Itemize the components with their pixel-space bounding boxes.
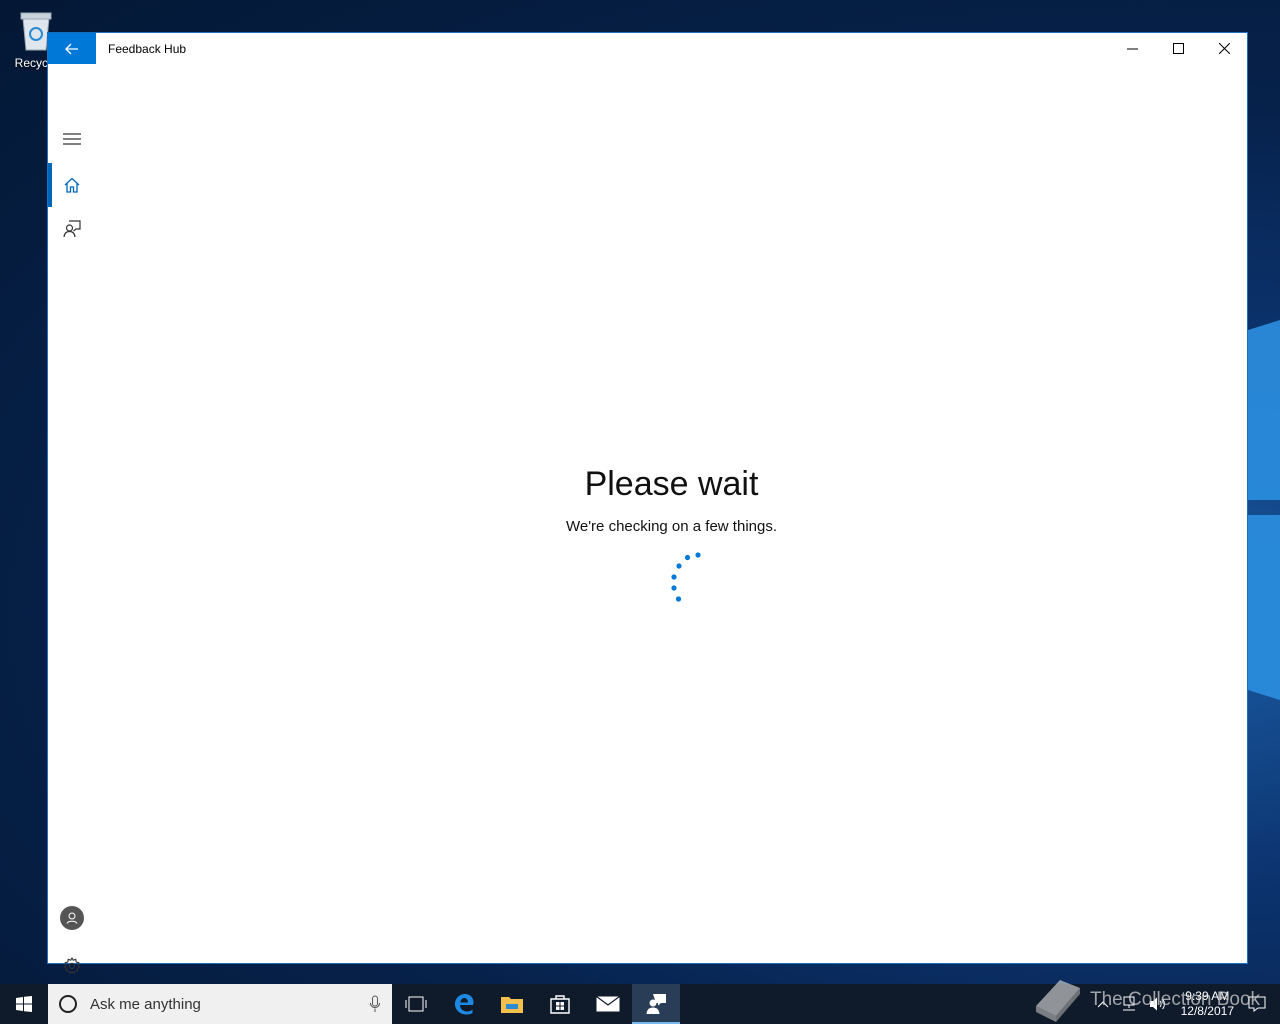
account-icon [60,906,84,930]
feedback-hub-taskbar-button[interactable] [632,984,680,1024]
file-explorer-button[interactable] [488,984,536,1024]
page-title: Please wait [584,465,759,503]
feedback-icon [63,220,81,238]
nav-item-settings[interactable] [48,944,96,988]
navigation-pane [48,64,96,975]
nav-item-feedback[interactable] [48,207,96,251]
task-view-icon [405,996,427,1012]
close-icon [1218,43,1230,54]
edge-icon [455,994,474,1015]
settings-icon [63,957,81,975]
hamburger-menu-button[interactable] [48,117,96,161]
book-icon [1036,980,1080,1022]
spinner-dot [676,563,682,569]
mail-icon [596,996,620,1012]
search-placeholder: Ask me anything [90,995,201,1013]
spinner-dot [695,552,701,558]
home-icon [64,177,80,193]
minimize-button[interactable] [1109,33,1155,64]
main-content: Please wait We're checking on a few thin… [96,64,1247,963]
microphone-icon[interactable] [370,995,380,1013]
spinner-dot [671,574,677,580]
feedback-hub-window: Feedback Hub Please wait We're checking … [47,32,1248,975]
nav-item-account[interactable] [48,896,96,940]
back-button[interactable] [48,33,96,64]
cortana-icon [59,995,77,1013]
mail-button[interactable] [584,984,632,1024]
store-icon [550,995,570,1014]
windows-logo-wallpaper [1248,320,1280,700]
windows-start-icon [16,996,32,1012]
search-box[interactable]: Ask me anything [48,984,392,1024]
spinner-dot [675,596,682,602]
window-title: Feedback Hub [108,41,187,56]
minimize-icon [1126,48,1138,50]
feedback-hub-icon [646,994,666,1014]
watermark: The Collection Book [1030,976,1260,1024]
spinner-dot [671,585,677,591]
hamburger-icon [63,133,81,145]
edge-button[interactable] [440,984,488,1024]
loading-spinner [671,552,701,602]
store-button[interactable] [536,984,584,1024]
nav-item-home[interactable] [48,163,96,207]
maximize-icon [1172,43,1184,54]
title-bar: Feedback Hub [48,33,1247,64]
file-explorer-icon [501,997,523,1013]
maximize-button[interactable] [1155,33,1201,64]
watermark-text: The Collection Book [1090,989,1261,1010]
back-arrow-icon [65,43,78,54]
close-button[interactable] [1201,33,1247,64]
status-message: We're checking on a few things. [565,518,778,535]
spinner-dot [684,554,691,561]
start-button[interactable] [0,984,48,1024]
task-view-button[interactable] [392,984,440,1024]
